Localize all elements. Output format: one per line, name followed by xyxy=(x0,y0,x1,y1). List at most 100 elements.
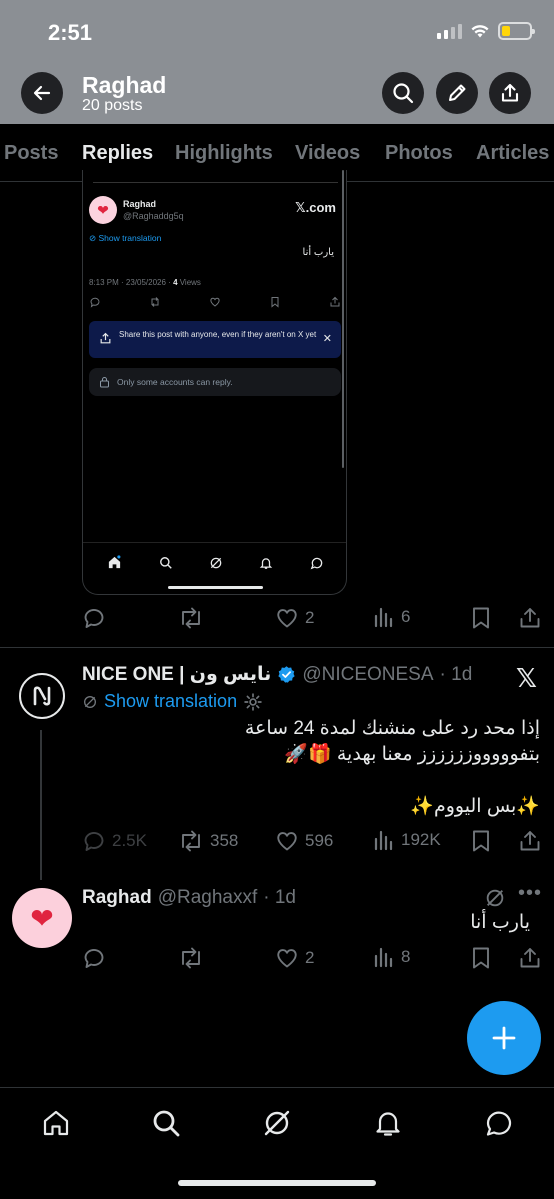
nav-home[interactable] xyxy=(41,1108,71,1138)
home-icon xyxy=(43,1110,69,1136)
bookmark-button[interactable] xyxy=(470,829,492,853)
embed-avatar: ❤ xyxy=(89,196,117,224)
post-text-line: ✨بس اليووم✨ xyxy=(410,796,540,817)
repost-count: 358 xyxy=(210,831,239,850)
pencil-icon xyxy=(449,84,466,101)
status-icons xyxy=(437,22,535,40)
reply-header: Raghad @Raghaxxf · 1d xyxy=(82,887,296,909)
more-options-icon[interactable]: ••• xyxy=(518,882,542,905)
embed-like-icon xyxy=(210,297,220,307)
repost-button[interactable] xyxy=(178,946,210,970)
reply-handle[interactable]: @Raghaxxf xyxy=(158,887,258,909)
nice-one-name[interactable]: NICE ONE | نايس ون xyxy=(82,663,271,686)
settings-gear-icon[interactable] xyxy=(243,692,263,712)
views-icon xyxy=(374,830,393,851)
bookmark-icon xyxy=(473,830,489,852)
verified-badge-icon xyxy=(278,666,295,683)
nav-grok[interactable] xyxy=(262,1108,292,1138)
first-post-actions: 2 6 xyxy=(82,606,544,632)
tab-videos[interactable]: Videos xyxy=(295,142,360,165)
views-button[interactable]: 8 xyxy=(373,946,410,968)
embed-reply-icon xyxy=(90,297,100,308)
post-text-line xyxy=(80,768,540,794)
compose-post-button[interactable] xyxy=(467,1001,541,1075)
repost-button[interactable] xyxy=(178,606,210,630)
embed-share-icon xyxy=(330,296,340,307)
like-button[interactable]: 2 xyxy=(275,606,314,630)
reply-icon xyxy=(84,832,104,851)
battery-icon xyxy=(498,22,535,40)
nice-one-handle[interactable]: @NICEONESA xyxy=(302,664,433,686)
post-text-line: بتفوووووزززززز معنا بهدية 🎁🚀 xyxy=(284,744,540,765)
share-button[interactable] xyxy=(518,829,542,853)
nice-one-translate[interactable]: Show translation xyxy=(82,691,263,712)
like-button[interactable]: 596 xyxy=(275,829,333,853)
grok-icon xyxy=(486,889,504,907)
heart-outline-icon xyxy=(277,949,297,968)
views-icon xyxy=(374,947,393,968)
repost-button[interactable]: 358 xyxy=(178,829,238,853)
embed-lock-icon xyxy=(100,377,109,388)
nice-one-text: إذا محد رد على منشنك لمدة 24 ساعة بتفووو… xyxy=(80,716,540,820)
bookmark-button[interactable] xyxy=(470,606,492,630)
tab-photos[interactable]: Photos xyxy=(385,142,453,165)
like-button[interactable]: 2 xyxy=(275,946,314,970)
embed-reply-restriction: Only some accounts can reply. xyxy=(89,368,341,396)
tab-posts[interactable]: Posts xyxy=(4,142,58,165)
embed-actions xyxy=(89,296,341,308)
heart-outline-icon xyxy=(277,609,297,628)
reply-button[interactable] xyxy=(82,606,112,630)
grok-button[interactable] xyxy=(484,887,506,909)
views-button[interactable]: 6 xyxy=(373,606,410,628)
battery-level xyxy=(502,26,510,36)
bookmark-icon xyxy=(473,947,489,969)
home-indicator xyxy=(178,1180,376,1186)
heart-icon: ❤ xyxy=(30,902,54,934)
share-profile-button[interactable] xyxy=(489,72,531,114)
nav-search[interactable] xyxy=(151,1108,181,1138)
embed-banner-close-icon: ✕ xyxy=(322,333,332,345)
views-icon xyxy=(374,607,393,628)
embed-scrollbar xyxy=(342,170,344,468)
tab-articles[interactable]: Articles xyxy=(476,142,549,165)
reply-name[interactable]: Raghad xyxy=(82,887,152,909)
embed-reply-text: Only some accounts can reply. xyxy=(117,377,233,387)
embed-name: Raghad xyxy=(123,199,157,209)
embed-translate: ⊘ Show translation xyxy=(89,233,162,243)
repost-icon xyxy=(182,947,200,969)
embed-brand: 𝕏.com xyxy=(295,200,336,215)
nav-notifications[interactable] xyxy=(373,1108,403,1138)
embed-bookmark-icon xyxy=(271,297,279,308)
tab-replies[interactable]: Replies xyxy=(82,142,153,165)
share-button[interactable] xyxy=(518,946,542,970)
search-icon xyxy=(393,83,414,104)
search-button[interactable] xyxy=(382,72,424,114)
reply-count: 2.5K xyxy=(112,831,147,850)
nav-messages[interactable] xyxy=(484,1108,514,1138)
translate-icon xyxy=(84,695,96,708)
attached-screenshot[interactable]: ❤ Raghad @Raghaddg5q 𝕏.com ⊘ Show transl… xyxy=(82,170,347,595)
share-icon xyxy=(520,831,540,851)
back-button[interactable] xyxy=(21,72,63,114)
share-button[interactable] xyxy=(518,606,542,630)
profile-posts-count: 20 posts xyxy=(82,97,143,114)
bookmark-button[interactable] xyxy=(470,946,492,970)
edit-button[interactable] xyxy=(436,72,478,114)
messages-icon xyxy=(486,1111,512,1136)
raghad-avatar[interactable]: ❤ xyxy=(12,888,72,948)
tab-highlights[interactable]: Highlights xyxy=(175,142,273,165)
heart-outline-icon xyxy=(277,832,297,851)
share-icon xyxy=(520,948,540,968)
reply-button[interactable]: 2.5K xyxy=(82,829,147,853)
nice-one-avatar[interactable] xyxy=(19,673,65,719)
reply-icon xyxy=(84,949,104,968)
status-time: 2:51 xyxy=(48,20,93,45)
heart-icon: ❤ xyxy=(97,201,109,218)
embed-banner-text: Share this post with anyone, even if the… xyxy=(119,330,317,339)
views-button[interactable]: 192K xyxy=(373,829,441,851)
views-count: 192K xyxy=(401,830,441,849)
embed-home-indicator xyxy=(168,586,263,589)
like-count: 2 xyxy=(305,948,315,967)
embed-banner-share-icon xyxy=(100,332,111,344)
reply-button[interactable] xyxy=(82,946,112,970)
